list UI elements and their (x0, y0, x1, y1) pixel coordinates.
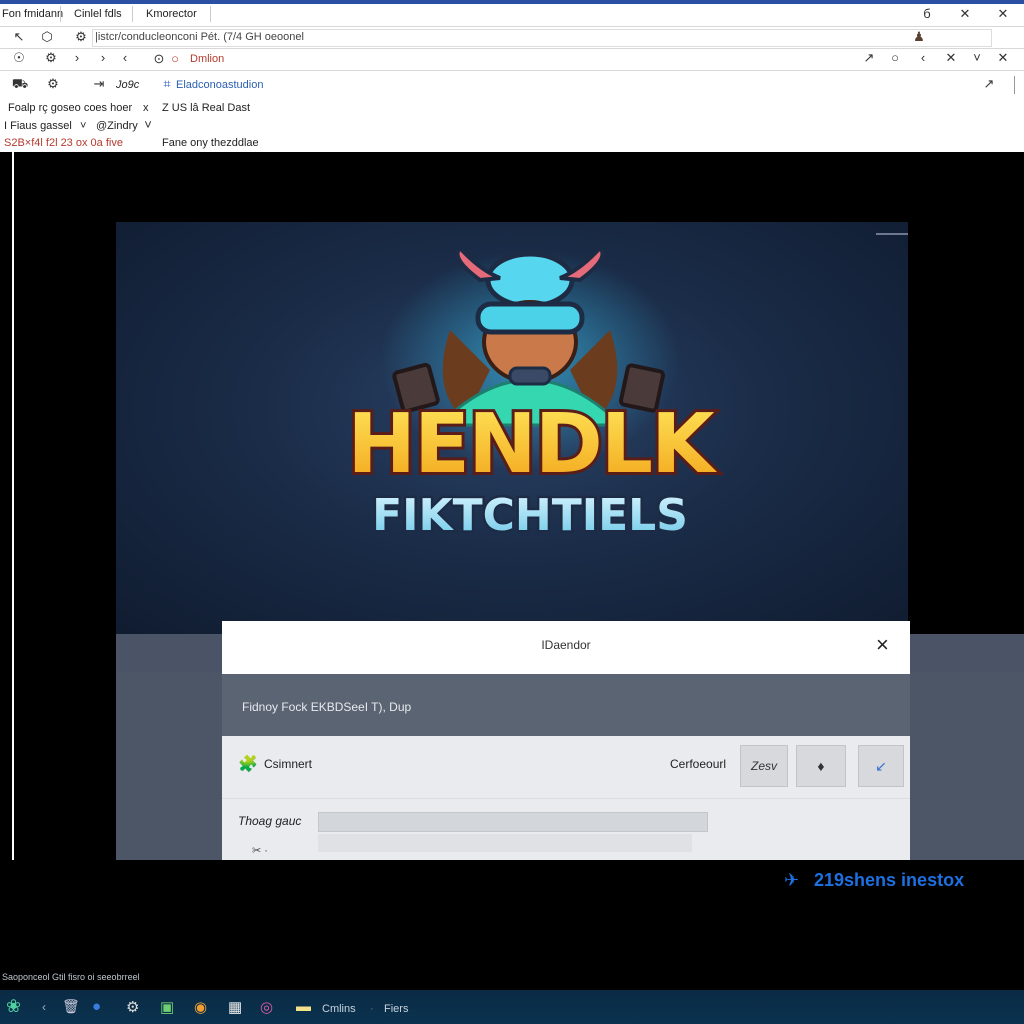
eye-icon[interactable]: ☉ (12, 51, 26, 65)
maximize-button[interactable]: ✕ (958, 7, 972, 21)
cursor-icon[interactable]: ↖ (12, 30, 26, 44)
watermark-icon: ✈ (784, 870, 800, 890)
divider (0, 48, 1024, 49)
dialog-subtitle: Fidnoy Fock EKBDSeeI T), Dup (242, 700, 412, 714)
settings-icon[interactable]: ⚙ (126, 998, 139, 1016)
toolbar-label[interactable]: Dmlion (190, 53, 224, 65)
trash-icon[interactable]: 🗑 (62, 998, 80, 1015)
record-icon[interactable]: ○ (888, 51, 902, 65)
chevron-right-icon[interactable]: › (70, 51, 84, 65)
tab-1[interactable]: Fon fmidann (2, 8, 63, 20)
person-icon[interactable]: ♟ (912, 30, 926, 44)
divider: · (370, 1003, 374, 1015)
dialog-subheader: Fidnoy Fock EKBDSeeI T), Dup (222, 674, 910, 736)
character-goggles (475, 301, 585, 335)
info-row-text: Fane ony thezddlae (162, 137, 259, 149)
car-icon[interactable]: ⛟ (10, 77, 30, 91)
settings-icon[interactable]: ⚙ (44, 51, 58, 65)
logo-subtitle: FIKTCHTIELS (372, 490, 688, 541)
toolbar-link[interactable]: Eladconoastudion (176, 79, 263, 91)
tool-icon[interactable]: ✂ · (252, 844, 268, 857)
window-border (12, 152, 14, 860)
info-row-text: S2B×f4l f2l 23 ox 0a five (4, 137, 123, 149)
window-accent-bar (0, 0, 1024, 4)
game-logo: HENDLK FIKTCHTIELS (344, 250, 723, 544)
logo-title: HENDLK (347, 397, 718, 492)
tab-key-icon[interactable]: ⇥ (92, 77, 106, 91)
link-icon[interactable]: ⊙ (152, 52, 166, 66)
info-row-text: Foalp rç goseo coes hoer (8, 102, 133, 114)
expand-icon[interactable]: ↗ (982, 77, 996, 91)
text-field[interactable] (318, 834, 692, 852)
dialog-body: 🧩 Csimnert Cerfoeourl Zesv ♦ ↙ Thoag gau… (222, 736, 910, 860)
row-right-label: Cerfoeourl (670, 757, 727, 771)
address-bar[interactable]: |istcr/conducleonconi Pét. (7/4 GH oeoo… (92, 29, 992, 47)
puzzle-icon: 🧩 (238, 756, 258, 773)
option-button[interactable]: Zesv (740, 745, 788, 787)
close-icon[interactable]: ✕ (996, 51, 1010, 65)
divider (222, 798, 910, 799)
divider (0, 26, 1024, 27)
chevron-down-icon[interactable]: ˅ (142, 118, 154, 132)
taskbar (0, 990, 1024, 1024)
pointer-icon[interactable]: ↙ (858, 745, 904, 787)
folder-icon[interactable]: ▬ (296, 998, 311, 1015)
start-icon[interactable]: ❀ (6, 996, 21, 1017)
browser-icon[interactable]: ◉ (194, 998, 207, 1016)
close-window-button[interactable]: ✕ (996, 7, 1010, 21)
chevron-down-icon[interactable]: ˅ (80, 120, 86, 132)
close-icon[interactable]: ✕ (944, 51, 958, 65)
tab-divider (210, 6, 211, 22)
chevron-left-icon[interactable]: ‹ (916, 51, 930, 65)
filter-dropdown[interactable]: @Zindry (96, 120, 138, 132)
divider (1014, 76, 1015, 94)
shield-icon[interactable]: ⬡ (40, 30, 54, 44)
settings-icon[interactable]: ⚙ (46, 77, 60, 91)
tab-divider (60, 6, 61, 22)
document-icon[interactable]: ⌗ (160, 77, 174, 91)
tool-icon[interactable]: ↗ (862, 51, 876, 65)
character-helmet (485, 251, 575, 309)
record-icon[interactable]: ○ (168, 52, 182, 66)
notes-icon[interactable]: ▣ (160, 998, 174, 1016)
tab-3[interactable]: Kmorector (146, 8, 197, 20)
tab-divider (132, 6, 133, 22)
minimize-button[interactable]: б (920, 7, 934, 21)
chevron-left-icon[interactable]: ‹ (42, 1000, 46, 1014)
fire-icon[interactable]: ♦ (796, 745, 846, 787)
row-label: Csimnert (264, 757, 313, 771)
calendar-icon[interactable]: ▦ (228, 998, 242, 1016)
globe-icon[interactable]: ● (92, 998, 101, 1015)
taskbar-item[interactable]: Fiers (384, 1003, 408, 1015)
address-text: |istcr/conducleonconi Pét. (7/4 GH oeoo… (95, 31, 304, 43)
character-mask (508, 366, 552, 386)
watermark-text: 219shens inestox (814, 870, 965, 890)
close-icon[interactable]: x (143, 102, 149, 114)
dialog-title: IDaendor (541, 638, 591, 652)
stage-line (876, 233, 908, 235)
tab-2[interactable]: Cinlel fdls (74, 8, 122, 20)
chevron-down-icon[interactable]: ˅ (970, 51, 984, 65)
app-icon[interactable]: ◎ (260, 998, 273, 1016)
chevron-left-icon[interactable]: ‹ (118, 51, 132, 65)
field-label: Thoag gauc (238, 814, 302, 828)
settings-icon[interactable]: ⚙ (74, 30, 88, 44)
status-line: Saoponceol Gtil fisro oi seeobrreel (2, 972, 140, 982)
taskbar-item[interactable]: Cmlins (322, 1003, 356, 1015)
dialog-close-button[interactable]: × (876, 632, 889, 658)
info-row-text: Z US lâ Real Dast (162, 102, 251, 114)
text-field[interactable] (318, 812, 708, 832)
dialog-header: IDaendor × (222, 621, 910, 674)
chevron-right-icon[interactable]: › (96, 51, 110, 65)
divider (0, 70, 1024, 71)
filter-dropdown[interactable]: I Fiaus gassel (4, 120, 72, 132)
toolbar-item[interactable]: Jo9c (116, 79, 139, 91)
